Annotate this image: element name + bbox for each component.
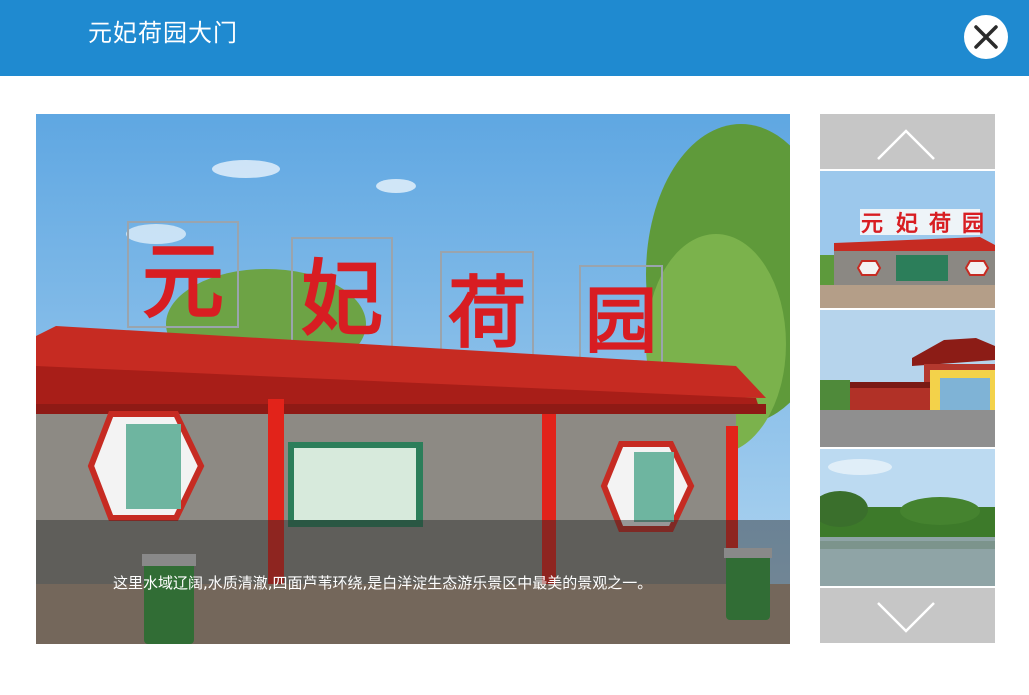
thumb-sign-1: 元 [861,211,883,237]
chevron-down-icon [877,602,935,633]
thumb-sign-4: 园 [962,211,984,237]
thumb-sign-2: 妃 [896,211,918,237]
thumbnail-image: 元 妃 荷 园 [820,171,995,308]
close-icon [974,25,998,49]
photo-dialog: 元妃荷园大门 元 妃 荷 园 这里水域辽阔,水质清澈,四面芦苇环绕,是白洋淀生态… [0,0,1029,695]
close-button[interactable] [964,15,1008,59]
thumbnail-lake[interactable] [820,449,995,586]
chevron-up-icon [877,129,935,160]
dialog-header: 元妃荷园大门 [0,0,1029,76]
thumb-sign-3: 荷 [929,211,951,237]
thumbnail-gate[interactable]: 元 妃 荷 园 [820,171,995,308]
sign-char-3: 荷 [448,268,526,359]
dialog-title: 元妃荷园大门 [88,19,238,47]
thumbnail-image [820,310,995,447]
thumbnail-pavilion[interactable] [820,310,995,447]
thumbnail-strip: 元 妃 荷 园 [820,114,995,643]
scroll-down-button[interactable] [820,588,995,643]
sign-char-2: 妃 [301,251,383,347]
main-photo: 元 妃 荷 园 这里水域辽阔,水质清澈,四面芦苇环绕,是白洋淀生态游乐景区中最美… [36,114,790,644]
caption-overlay: 这里水域辽阔,水质清澈,四面芦苇环绕,是白洋淀生态游乐景区中最美的景观之一。 [36,520,790,644]
thumbnail-image [820,449,995,586]
sign-char-1: 元 [142,234,224,330]
scroll-up-button[interactable] [820,114,995,169]
photo-caption: 这里水域辽阔,水质清澈,四面芦苇环绕,是白洋淀生态游乐景区中最美的景观之一。 [113,574,653,592]
sign-char-4: 园 [585,278,657,363]
